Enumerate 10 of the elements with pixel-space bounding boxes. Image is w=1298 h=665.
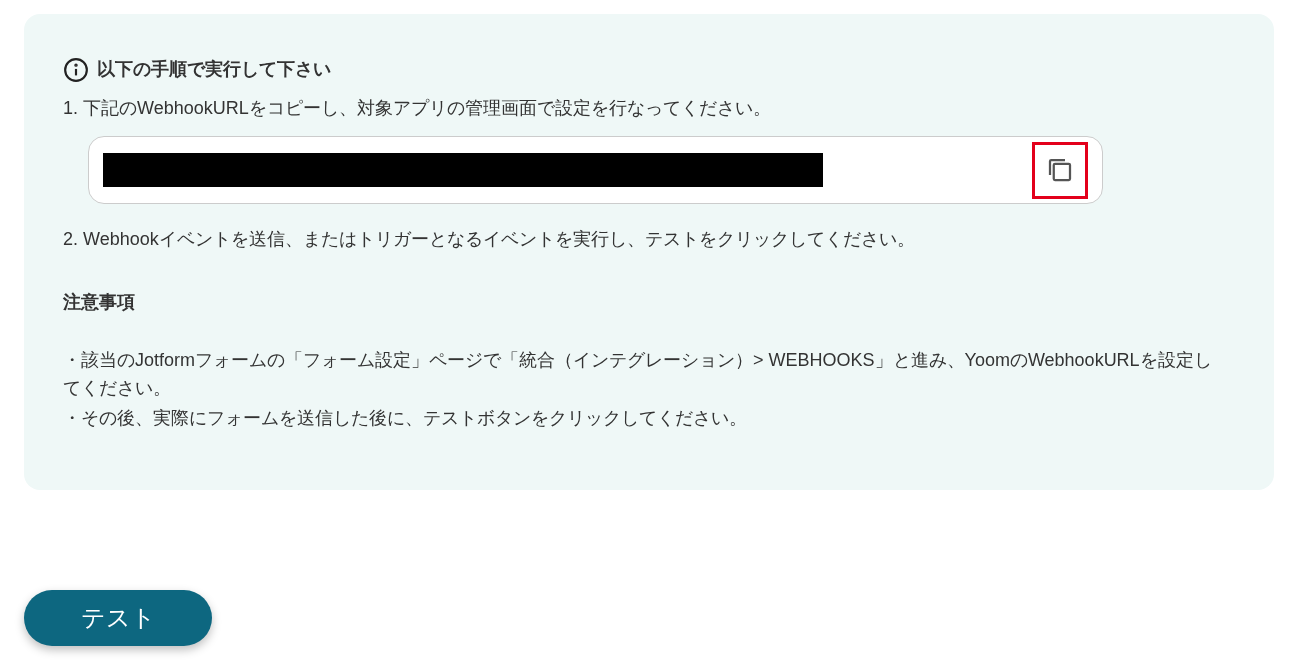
copy-button[interactable] [1032, 141, 1088, 199]
note-text: ・該当のJotformフォームの「フォーム設定」ページで「統合（インテグレーション）> WEBHOOKS」と進み、YoomのWebhookURLを設定してください。 [63, 349, 1213, 400]
url-field[interactable] [88, 136, 1103, 204]
step-text: 1. 下記のWebhookURLをコピーし、対象アプリの管理画面で設定を行なってください。 [63, 97, 772, 120]
test-button[interactable]: テスト [24, 590, 212, 646]
notes-heading: 注意事項 [63, 291, 136, 314]
note-text: ・その後、実際にフォームを送信した後に、テストボタンをクリックしてください。 [63, 407, 748, 430]
info-icon [63, 56, 89, 83]
step-text: 2. Webhookイベントを送信、またはトリガーとなるイベントを実行し、テストをクリックしてください。 [63, 228, 916, 251]
instructions-title: 以下の手順で実行して下さい [97, 58, 331, 81]
